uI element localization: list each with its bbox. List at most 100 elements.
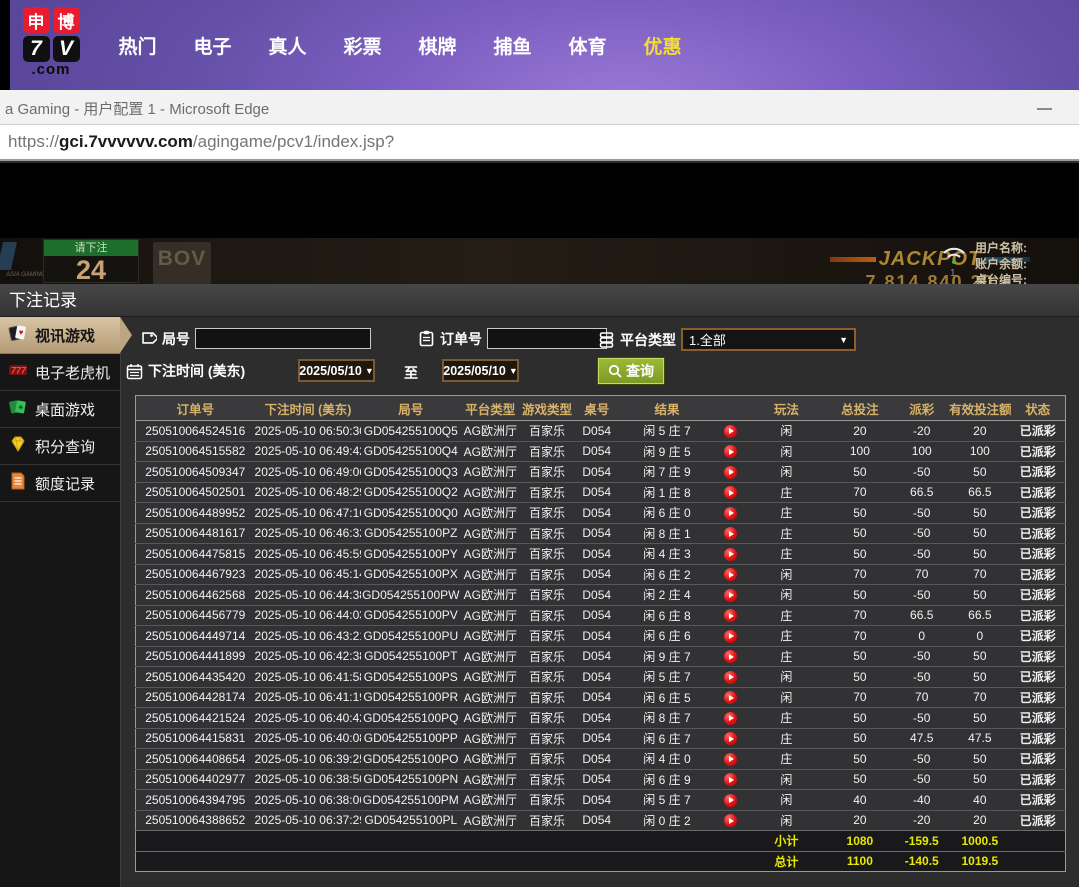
sidebar-item-积分查询[interactable]: 积分查询 — [0, 428, 120, 465]
date-from-picker[interactable]: 2025/05/10 ▼ — [298, 359, 375, 382]
nav-item-棋牌[interactable]: 棋牌 — [400, 32, 475, 59]
banner-user-info: 用户名称:账户余额:桌台编号: — [975, 240, 1027, 284]
cell: 66.5 — [894, 482, 949, 503]
replay-play-icon[interactable] — [724, 671, 737, 684]
table-row: 2505100645025012025-05-10 06:48:29GD0542… — [136, 482, 1066, 503]
sidebar-item-额度记录[interactable]: 额度记录 — [0, 465, 120, 502]
cell: AG欧洲厅 — [460, 564, 520, 585]
sidebar-item-桌面游戏[interactable]: ♣桌面游戏 — [0, 391, 120, 428]
cell: 闲 — [747, 421, 825, 442]
address-bar[interactable]: https://gci.7vvvvvv.com/agingame/pcv1/in… — [0, 125, 1079, 161]
cell: 2025-05-10 06:39:25 — [255, 749, 362, 770]
order-input[interactable] — [487, 328, 607, 349]
round-input[interactable] — [195, 328, 371, 349]
grand-total-row: 总计1100-140.51019.5 — [136, 851, 1066, 872]
replay-play-icon[interactable] — [724, 712, 737, 725]
table-row: 2505100644418992025-05-10 06:42:38GD0542… — [136, 646, 1066, 667]
nav-item-电子[interactable]: 电子 — [175, 32, 250, 59]
sidebar-item-label: 视讯游戏 — [35, 325, 95, 346]
subtotal-cell — [574, 831, 620, 852]
cell: D054 — [574, 564, 620, 585]
sidebar-item-电子老虎机[interactable]: 777电子老虎机 — [0, 354, 120, 391]
cell: 庄 — [747, 708, 825, 729]
cell: 70 — [825, 687, 894, 708]
wifi-icon — [941, 241, 967, 267]
replay-play-icon[interactable] — [724, 425, 737, 438]
cell: 已派彩 — [1011, 749, 1066, 770]
nav-item-彩票[interactable]: 彩票 — [325, 32, 400, 59]
grand-total-cell — [574, 851, 620, 872]
replay-play-icon[interactable] — [724, 466, 737, 479]
nav-item-优惠[interactable]: 优惠 — [625, 32, 700, 59]
table-row: 2505100644354202025-05-10 06:41:58GD0542… — [136, 667, 1066, 688]
replay-play-icon[interactable] — [724, 445, 737, 458]
cell: GD054255100PV — [361, 605, 460, 626]
replay-play-icon[interactable] — [724, 650, 737, 663]
search-button[interactable]: 查询 — [598, 358, 664, 384]
cell: 66.5 — [949, 482, 1010, 503]
replay-play-icon[interactable] — [724, 507, 737, 520]
sidebar-item-label: 桌面游戏 — [35, 399, 95, 420]
nav-item-捕鱼[interactable]: 捕鱼 — [475, 32, 550, 59]
cell: 70 — [825, 605, 894, 626]
replay-cell — [714, 708, 747, 729]
cell: 闲 8 庄 7 — [620, 708, 714, 729]
cell: 百家乐 — [521, 667, 574, 688]
cell: 百家乐 — [521, 564, 574, 585]
table-row: 2505100643886522025-05-10 06:37:29GD0542… — [136, 810, 1066, 831]
cell: 庄 — [747, 544, 825, 565]
replay-play-icon[interactable] — [724, 527, 737, 540]
cell: 250510064435420 — [136, 667, 255, 688]
cell: AG欧洲厅 — [460, 482, 520, 503]
minimize-icon[interactable] — [1037, 108, 1052, 110]
replay-cell — [714, 646, 747, 667]
main-area: ♥视讯游戏777电子老虎机♣桌面游戏积分查询额度记录 局号 订单号 平台类型 1… — [0, 317, 1079, 887]
table-row: 2505100644758152025-05-10 06:45:59GD0542… — [136, 544, 1066, 565]
cell: AG欧洲厅 — [460, 421, 520, 442]
table-row: 2505100644899522025-05-10 06:47:16GD0542… — [136, 503, 1066, 524]
cell: 庄 — [747, 503, 825, 524]
replay-play-icon[interactable] — [724, 548, 737, 561]
replay-play-icon[interactable] — [724, 630, 737, 643]
replay-play-icon[interactable] — [724, 486, 737, 499]
chevron-down-icon: ▼ — [365, 366, 374, 376]
replay-play-icon[interactable] — [724, 773, 737, 786]
nav-item-真人[interactable]: 真人 — [250, 32, 325, 59]
cell: 百家乐 — [521, 503, 574, 524]
replay-play-icon[interactable] — [724, 814, 737, 827]
replay-play-icon[interactable] — [724, 568, 737, 581]
cell: 70 — [894, 687, 949, 708]
cell: -50 — [894, 708, 949, 729]
nav-item-体育[interactable]: 体育 — [550, 32, 625, 59]
cell: 闲 1 庄 8 — [620, 482, 714, 503]
cell: AG欧洲厅 — [460, 667, 520, 688]
cell: 闲 6 庄 5 — [620, 687, 714, 708]
grand-total-cell: 1019.5 — [949, 851, 1010, 872]
asia-gaming-label: ASIA GAMING — [6, 272, 45, 278]
subtotal-cell — [136, 831, 255, 852]
replay-play-icon[interactable] — [724, 609, 737, 622]
sidebar-item-视讯游戏[interactable]: ♥视讯游戏 — [0, 317, 120, 354]
replay-play-icon[interactable] — [724, 589, 737, 602]
column-header: 结果 — [620, 396, 714, 421]
black-band — [0, 163, 1079, 238]
replay-play-icon[interactable] — [724, 753, 737, 766]
cell: 2025-05-10 06:40:42 — [255, 708, 362, 729]
cell: GD054255100PS — [361, 667, 460, 688]
replay-play-icon[interactable] — [724, 691, 737, 704]
cell: AG欧洲厅 — [460, 646, 520, 667]
cell: 百家乐 — [521, 728, 574, 749]
cell: GD054255100PO — [361, 749, 460, 770]
nav-item-热门[interactable]: 热门 — [100, 32, 175, 59]
site-logo[interactable]: 申 博 7 V .com — [16, 7, 86, 77]
order-label: 订单号 — [440, 329, 482, 349]
cell: D054 — [574, 790, 620, 811]
replay-play-icon[interactable] — [724, 732, 737, 745]
cell: 百家乐 — [521, 544, 574, 565]
main-nav: 热门电子真人彩票棋牌捕鱼体育优惠 — [100, 0, 700, 90]
replay-play-icon[interactable] — [724, 794, 737, 807]
platform-select[interactable]: 1.全部 ▼ — [681, 328, 856, 351]
date-to-picker[interactable]: 2025/05/10 ▼ — [442, 359, 519, 382]
cell: 已派彩 — [1011, 482, 1066, 503]
window-edge-strip — [0, 0, 10, 90]
